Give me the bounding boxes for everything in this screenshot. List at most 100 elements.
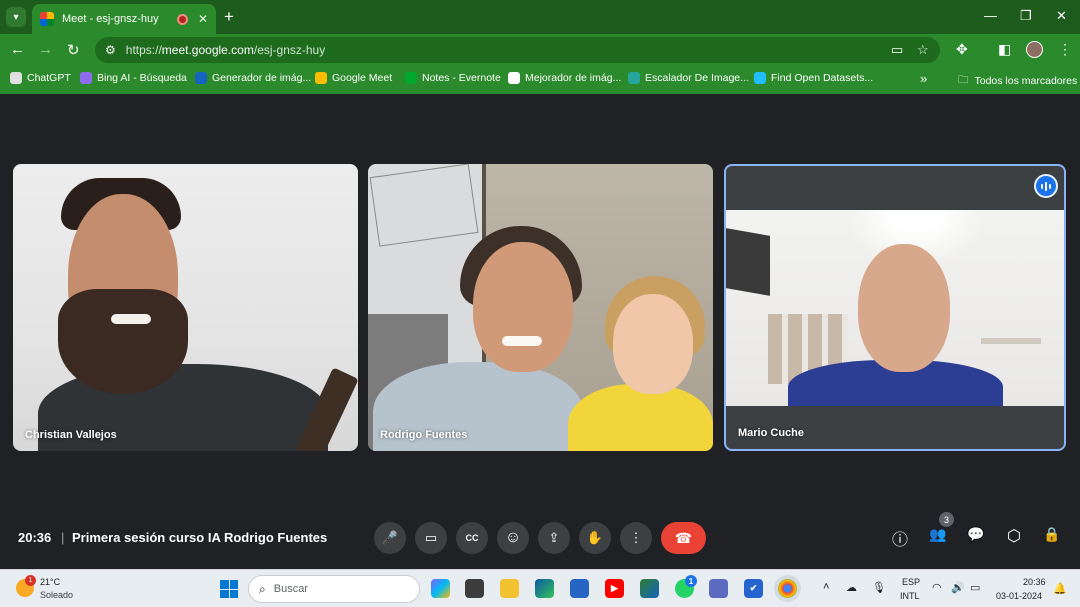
hangup-phone-icon: ☎ (674, 529, 693, 546)
activities-button[interactable]: ⬡ (1002, 526, 1026, 546)
recording-indicator-icon (176, 13, 188, 25)
participant-name: Rodrigo Fuentes (380, 429, 468, 441)
bookmark-label: Bing AI - Búsqueda (97, 72, 187, 84)
all-bookmarks-folder[interactable]: 🗀 Todos los marcadores (958, 72, 1077, 90)
search-icon: ⌕ (259, 581, 266, 596)
forward-arrow-icon[interactable]: → (38, 41, 53, 58)
todo-check-icon[interactable]: ✔ (744, 579, 763, 598)
reactions-button[interactable]: ☺ (497, 522, 529, 554)
video-feed (726, 210, 1064, 406)
meeting-clock: 20:36 (18, 530, 52, 545)
battery-icon[interactable]: ▭ (970, 581, 980, 594)
reload-icon[interactable]: ↻ (67, 41, 80, 59)
keyboard-layout[interactable]: INTL (900, 591, 920, 601)
copilot-icon[interactable] (431, 579, 450, 598)
divider: | (61, 530, 65, 545)
paint-icon[interactable] (709, 579, 728, 598)
new-tab-button[interactable]: + (224, 7, 234, 27)
bookmarks-bar: ChatGPT Bing AI - Búsqueda Generador de im… (0, 66, 1080, 94)
profile-avatar[interactable] (1026, 41, 1043, 58)
onedrive-cloud-icon[interactable]: ☁ (846, 581, 857, 594)
bookmark-label: Notes - Evernote (422, 72, 501, 84)
file-explorer-icon[interactable] (500, 579, 519, 598)
tab-close-icon[interactable]: ✕ (198, 12, 208, 26)
active-tab[interactable]: Meet - esj-gnsz-huy ✕ (32, 4, 216, 34)
microsoft-store-icon[interactable] (570, 579, 589, 598)
camera-in-use-icon[interactable]: ▭ (891, 37, 903, 63)
photos-icon[interactable] (640, 579, 659, 598)
meeting-details-button[interactable]: ⓘ (888, 526, 912, 550)
bookmark-label: Escalador De Image... (645, 72, 749, 84)
system-time[interactable]: 20:36 (1023, 577, 1046, 587)
maximize-button[interactable]: ❐ (1020, 8, 1032, 24)
camera-button[interactable]: ▭ (415, 522, 447, 554)
participant-tile-mario-cuche[interactable]: Mario Cuche (724, 164, 1066, 451)
bookmark-item[interactable]: Generador de imág... (195, 72, 311, 84)
wifi-icon[interactable]: ◠ (932, 581, 942, 594)
bookmark-label: ChatGPT (27, 72, 71, 84)
bookmark-favicon-icon (508, 72, 520, 84)
captions-button[interactable]: CC (456, 522, 488, 554)
bookmark-label: Mejorador de imág... (525, 72, 622, 84)
windows-taskbar: 1 21°C Soleado ⌕ Buscar ▶ 1 ✔ ˄ ☁ 🎙 ESP … (0, 569, 1080, 607)
chrome-icon[interactable] (778, 579, 797, 598)
notifications-bell-icon[interactable]: 🔔 (1053, 582, 1067, 595)
taskbar-search-box[interactable]: ⌕ Buscar (248, 575, 420, 603)
host-controls-button[interactable]: 🔒 (1040, 526, 1064, 543)
bookmark-item[interactable]: Google Meet (315, 72, 392, 84)
show-hidden-icons-chevron-icon[interactable]: ˄ (823, 581, 829, 593)
meeting-controls-bar: 20:36 | Primera sesión curso IA Rodrigo … (0, 516, 1080, 562)
microphone-button[interactable]: 🎤 (374, 522, 406, 554)
weather-temperature: 21°C (40, 577, 61, 587)
leave-call-button[interactable]: ☎ (661, 522, 706, 554)
site-info-icon[interactable]: ⚙ (105, 43, 116, 57)
side-panel-icon[interactable]: ◧ (998, 41, 1011, 58)
edge-icon[interactable] (535, 579, 554, 598)
hand-icon: ✋ (586, 530, 604, 545)
chat-button[interactable]: 💬 (964, 526, 988, 543)
bookmark-label: Generador de imág... (212, 72, 312, 84)
input-language[interactable]: ESP (902, 577, 920, 587)
url-host: meet.google.com (161, 43, 254, 57)
bookmark-favicon-icon (195, 72, 207, 84)
back-arrow-icon[interactable]: ← (10, 41, 25, 58)
bookmark-item[interactable]: ChatGPT (10, 72, 71, 84)
raise-hand-button[interactable]: ✋ (579, 522, 611, 554)
camera-icon: ▭ (424, 530, 438, 545)
youtube-icon[interactable]: ▶ (605, 579, 624, 598)
minimize-button[interactable]: — (984, 8, 997, 23)
participant-tile-rodrigo-fuentes[interactable]: Rodrigo Fuentes (368, 164, 713, 451)
extensions-puzzle-icon[interactable]: ✥ (956, 41, 968, 58)
bookmark-item[interactable]: Find Open Datasets... (754, 72, 873, 84)
bookmark-item[interactable]: Notes - Evernote (405, 72, 501, 84)
captions-icon: CC (465, 533, 479, 543)
url-path: /esj-gnsz-huy (253, 43, 326, 57)
microphone-tray-icon[interactable]: 🎙 (872, 581, 886, 594)
browser-toolbar: ← → ↻ ⚙ https://meet.google.com/esj-gnsz… (0, 34, 1080, 66)
bookmark-star-icon[interactable]: ☆ (917, 37, 929, 63)
volume-icon[interactable]: 🔊 (951, 581, 965, 594)
address-bar[interactable]: ⚙ https://meet.google.com/esj-gnsz-huy ▭… (95, 37, 940, 63)
present-screen-button[interactable]: ⇪ (538, 522, 570, 554)
tab-search-button[interactable]: ▾ (6, 7, 26, 27)
people-button[interactable]: 👥 (926, 526, 950, 543)
more-vert-icon: ⋮ (629, 530, 643, 545)
bookmarks-overflow-icon[interactable]: » (920, 71, 927, 86)
system-date[interactable]: 03-01-2024 (996, 591, 1042, 601)
bookmark-favicon-icon (315, 72, 327, 84)
bookmark-label: Google Meet (332, 72, 393, 84)
browser-menu-icon[interactable]: ⋮ (1058, 41, 1072, 58)
participant-name: Christian Vallejos (25, 429, 117, 441)
windows-start-icon[interactable] (220, 580, 238, 598)
folder-icon: 🗀 (958, 74, 969, 86)
google-meet-favicon-icon (40, 12, 54, 26)
task-view-icon[interactable] (465, 579, 484, 598)
more-options-button[interactable]: ⋮ (620, 522, 652, 554)
url-scheme: https:// (125, 43, 162, 57)
bookmark-item[interactable]: Escalador De Image... (628, 72, 749, 84)
participant-tile-christian-vallejos[interactable]: Christian Vallejos (13, 164, 358, 451)
bookmark-label: Find Open Datasets... (771, 72, 874, 84)
close-window-button[interactable]: ✕ (1056, 8, 1067, 24)
bookmark-item[interactable]: Bing AI - Búsqueda (80, 72, 187, 84)
bookmark-item[interactable]: Mejorador de imág... (508, 72, 621, 84)
